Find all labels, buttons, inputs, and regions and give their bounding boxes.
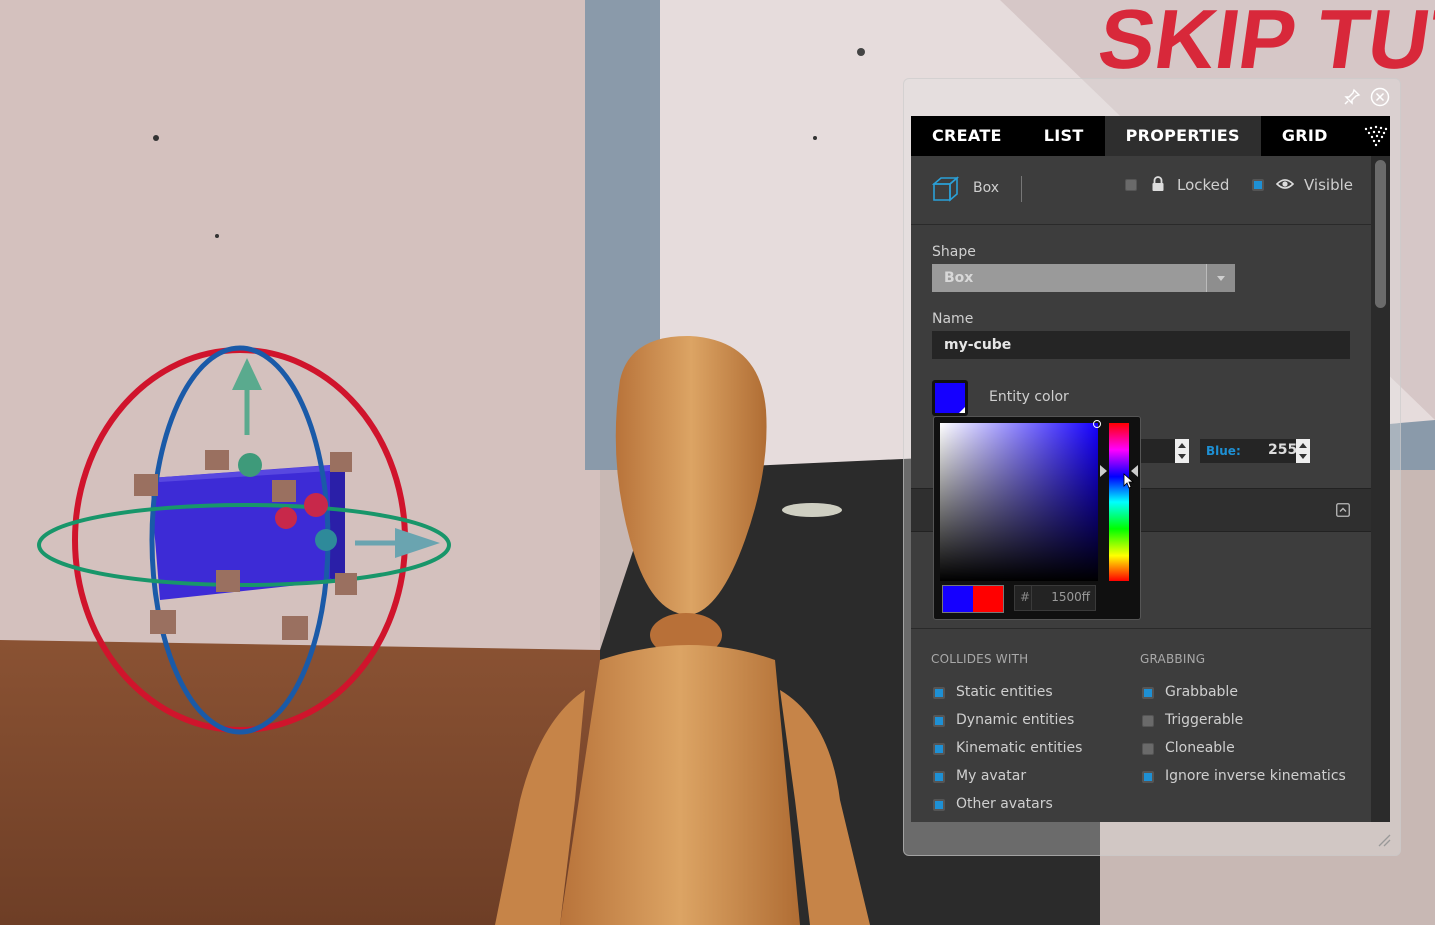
tab-grid[interactable]: GRID [1261,116,1349,156]
pin-icon[interactable] [1342,87,1362,107]
skip-tutorial-sign[interactable]: SKIP TUTORIAL [1093,0,1435,86]
tab-bar: CREATE LIST PROPERTIES GRID [911,116,1390,156]
name-value: my-cube [944,337,1012,353]
collides-dynamic-label: Dynamic entities [956,712,1075,728]
collapse-icon[interactable] [1336,503,1350,517]
cloneable-checkbox[interactable] [1142,743,1154,755]
locked-checkbox[interactable] [1125,179,1137,191]
grabbable-label: Grabbable [1165,684,1238,700]
close-circle-icon[interactable] [1370,87,1390,107]
locked-label: Locked [1177,176,1230,194]
floor-marker [782,503,842,517]
hex-hash: # [1020,590,1031,604]
triggerable-label: Triggerable [1165,712,1244,728]
tab-list[interactable]: LIST [1023,116,1105,156]
selected-cube[interactable] [150,465,345,600]
physics-section: COLLIDES WITH Static entities Dynamic en… [911,628,1371,822]
particles-icon [1364,125,1387,147]
blue-label: Blue: [1206,444,1241,458]
panel-scrollbar[interactable] [1371,156,1390,822]
divider [1021,176,1022,202]
scrollbar-thumb[interactable] [1375,160,1386,308]
blue-value: 255 [1268,442,1298,458]
blue-spinner[interactable] [1296,439,1310,463]
entity-color-label: Entity color [989,389,1069,405]
collides-other-avatars-checkbox[interactable] [933,799,945,811]
hue-slider[interactable] [1109,423,1129,581]
name-field[interactable]: my-cube [932,331,1350,359]
rotate-handle[interactable] [304,493,328,517]
collides-my-avatar-checkbox[interactable] [933,771,945,783]
collides-my-avatar-label: My avatar [956,768,1027,784]
box-icon [932,176,960,202]
chevron-down-icon[interactable] [1206,264,1235,292]
collides-with-caption: COLLIDES WITH [931,652,1029,666]
ignore-ik-label: Ignore inverse kinematics [1165,768,1346,784]
lock-icon [1152,176,1164,191]
tab-properties[interactable]: PROPERTIES [1104,116,1261,156]
triggerable-checkbox[interactable] [1142,715,1154,727]
entity-color-swatch[interactable] [932,380,968,416]
color-picker: # 1500ff [933,416,1141,620]
entity-type-label: Box [973,180,1000,196]
grabbable-checkbox[interactable] [1142,687,1154,699]
collides-kinematic-checkbox[interactable] [933,743,945,755]
collides-kinematic-label: Kinematic entities [956,740,1083,756]
shape-label: Shape [932,244,976,260]
ignore-ik-checkbox[interactable] [1142,771,1154,783]
hex-value: 1500ff [1051,590,1090,604]
entity-header: Box Locked Visible [911,156,1371,225]
cloneable-label: Cloneable [1165,740,1235,756]
tab-particles[interactable] [1349,116,1403,156]
green-field[interactable] [1139,439,1189,463]
grabbing-caption: GRABBING [1140,652,1206,666]
resize-grip-icon[interactable] [1375,831,1391,847]
color-compare-swatch [942,585,1004,613]
old-color-swatch[interactable] [973,586,1003,612]
shape-dropdown-value: Box [944,270,974,286]
visible-checkbox[interactable] [1252,179,1264,191]
mouse-cursor-icon [1123,473,1135,489]
name-label: Name [932,311,974,327]
visible-label: Visible [1304,176,1353,194]
collides-other-avatars-label: Other avatars [956,796,1053,812]
saturation-value-area[interactable] [940,420,1101,581]
green-spinner[interactable] [1175,439,1189,463]
shape-dropdown[interactable]: Box [932,264,1235,292]
new-color-swatch [943,586,973,612]
collides-static-checkbox[interactable] [933,687,945,699]
hex-input[interactable]: # 1500ff [1014,585,1096,611]
eye-icon [1276,179,1294,189]
tab-create[interactable]: CREATE [911,116,1023,156]
blue-field[interactable]: Blue: 255 [1200,439,1310,463]
sv-cursor[interactable] [1093,420,1101,428]
collides-dynamic-checkbox[interactable] [933,715,945,727]
collides-static-label: Static entities [956,684,1053,700]
